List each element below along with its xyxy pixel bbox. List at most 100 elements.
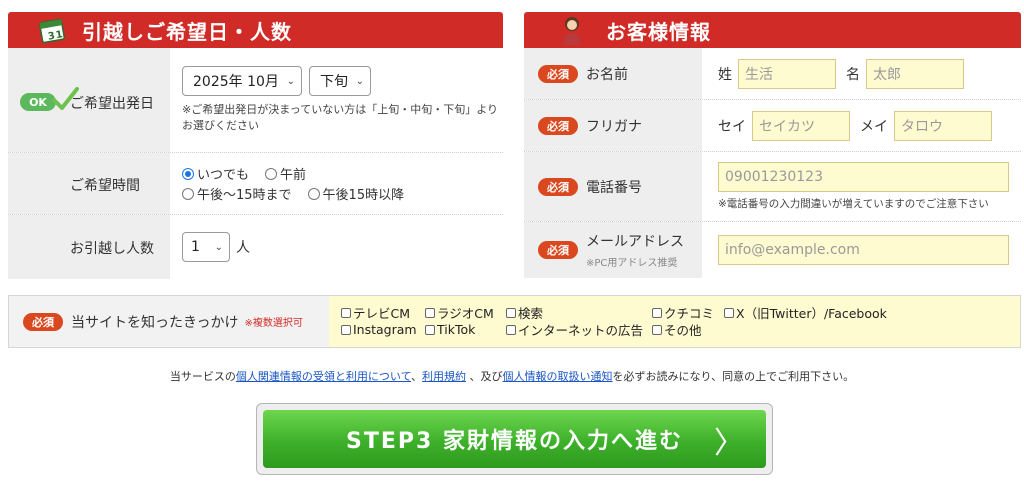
checkbox[interactable]	[425, 307, 435, 318]
email-input[interactable]: info@example.com	[718, 235, 1009, 265]
last-name-input[interactable]: 生活	[738, 58, 836, 89]
checkbox[interactable]	[341, 307, 351, 318]
furigana-label-cell: 必須 フリガナ	[524, 100, 702, 151]
terms-of-use-link[interactable]: 利用規約	[422, 370, 466, 383]
checkbox[interactable]	[425, 324, 435, 335]
radio[interactable]	[307, 187, 320, 200]
panel-title: 引越しご希望日・人数	[82, 19, 292, 44]
email-row: 必須 メールアドレス ※PC用アドレス推奨 info@example.com	[524, 222, 1021, 278]
checkbox[interactable]	[652, 324, 662, 335]
notice-text: 、	[411, 370, 423, 383]
multiple-choice-note: ※複数選択可	[244, 318, 303, 329]
chevron-right-icon: 〉	[714, 426, 746, 461]
checkbox[interactable]	[506, 324, 516, 335]
preferred-time-label: ご希望時間	[70, 178, 140, 194]
time-option-after-15[interactable]: 午後15時以降	[307, 184, 404, 203]
required-badge: 必須	[23, 312, 63, 331]
chevron-down-icon: ⌄	[355, 75, 364, 87]
furigana-label: フリガナ	[586, 118, 642, 135]
referral-source-section: 必須 当サイトを知ったきっかけ ※複数選択可 テレビCM ラジオCM 検索 クチ…	[8, 295, 1021, 348]
chevron-down-icon: ⌄	[286, 75, 295, 87]
email-label-cell: 必須 メールアドレス ※PC用アドレス推奨	[524, 222, 702, 278]
first-name-input[interactable]: 太郎	[866, 58, 964, 89]
step3-next-button[interactable]: STEP3 家財情報の入力へ進む 〉	[256, 403, 773, 475]
furigana-row: 必須 フリガナ セイ セイカツ メイ タロウ	[524, 100, 1021, 152]
departure-date-note: ※ご希望出発日が決まっていない方は「上旬・中旬・下旬」よりお選びください	[182, 103, 499, 132]
panel-title: お客様情報	[606, 19, 711, 44]
month-select[interactable]: 2025年 10月 ⌄	[182, 66, 302, 96]
departure-date-row: OK ご希望出発日 2025年 10月 ⌄ 下旬 ⌄ ※ご希望出発日が決まってい…	[8, 48, 503, 153]
checkbox[interactable]	[341, 324, 351, 335]
name-field: 姓 生活 名 太郎	[702, 48, 1021, 99]
option-instagram[interactable]: Instagram	[341, 322, 425, 337]
woman-avatar-icon	[552, 12, 592, 48]
option-internet-ads[interactable]: インターネットの広告	[506, 320, 652, 339]
option-x-facebook[interactable]: X（旧Twitter）/Facebook	[724, 303, 887, 322]
phone-field: 09001230123 ※電話番号の入力間違いが増えていますのでご注意下さい	[702, 152, 1021, 221]
name-label-cell: 必須 お名前	[524, 48, 702, 99]
customer-info-panel: お客様情報 必須 お名前 姓 生活 名 太郎 必須 フリガナ セイ セイカツ メ…	[524, 12, 1021, 278]
furigana-field: セイ セイカツ メイ タロウ	[702, 100, 1021, 151]
people-count-label: お引越し人数	[70, 241, 154, 257]
option-label: その他	[664, 323, 702, 338]
radio[interactable]	[265, 167, 278, 180]
moving-date-header: 31 引越しご希望日・人数	[8, 12, 503, 48]
time-option-until-15[interactable]: 午後〜15時まで	[182, 184, 292, 203]
people-count-value: 1	[191, 239, 200, 255]
departure-date-label-cell: OK ご希望出発日	[8, 48, 170, 152]
people-unit: 人	[236, 240, 250, 256]
option-label: ラジオCM	[437, 306, 494, 321]
notice-text: 、及び	[466, 370, 503, 383]
time-option-morning[interactable]: 午前	[265, 164, 306, 183]
option-other[interactable]: その他	[652, 320, 702, 339]
checkbox[interactable]	[724, 307, 734, 318]
option-label: Instagram	[353, 322, 417, 337]
radio-selected[interactable]	[182, 167, 194, 180]
option-tv-cm[interactable]: テレビCM	[341, 303, 425, 322]
last-name-kana-input[interactable]: セイカツ	[752, 110, 850, 141]
checkbox[interactable]	[506, 307, 516, 318]
checkbox[interactable]	[652, 307, 662, 318]
option-tiktok[interactable]: TikTok	[425, 322, 506, 337]
name-row: 必須 お名前 姓 生活 名 太郎	[524, 48, 1021, 100]
svg-text:31: 31	[47, 29, 65, 43]
email-field: info@example.com	[702, 222, 1021, 278]
time-option-label: 午後〜15時まで	[197, 188, 292, 203]
period-select-value: 下旬	[320, 74, 348, 90]
step3-next-button-face[interactable]: STEP3 家財情報の入力へ進む 〉	[263, 410, 766, 468]
required-badge: 必須	[538, 241, 578, 259]
month-select-value: 2025年 10月	[193, 74, 279, 90]
radio[interactable]	[182, 187, 194, 200]
option-label: テレビCM	[353, 306, 411, 321]
time-option-label: いつでも	[197, 168, 250, 183]
first-name-kana-input[interactable]: タロウ	[894, 110, 992, 141]
people-count-label-cell: お引越し人数	[8, 215, 170, 279]
required-badge: 必須	[538, 116, 578, 135]
moving-date-panel: 31 引越しご希望日・人数 OK ご希望出発日 2025年 10月 ⌄ 下旬 ⌄	[8, 12, 503, 279]
phone-input[interactable]: 09001230123	[718, 161, 1009, 192]
phone-note: ※電話番号の入力間違いが増えていますのでご注意下さい	[718, 197, 989, 210]
option-radio-cm[interactable]: ラジオCM	[425, 303, 506, 322]
time-option-anytime[interactable]: いつでも	[182, 164, 249, 183]
people-count-row: お引越し人数 1 ⌄ 人	[8, 215, 503, 279]
notice-text: 当サービスの	[169, 370, 236, 383]
mei-label: 名	[846, 66, 860, 83]
period-select[interactable]: 下旬 ⌄	[309, 66, 371, 96]
sei-kana-label: セイ	[718, 118, 746, 135]
phone-row: 必須 電話番号 09001230123 ※電話番号の入力間違いが増えていますので…	[524, 152, 1021, 222]
referral-source-label: 当サイトを知ったきっかけ	[71, 314, 239, 331]
email-label: メールアドレス	[586, 234, 684, 250]
name-label: お名前	[586, 66, 628, 83]
preferred-time-label-cell: ご希望時間	[8, 153, 170, 214]
option-label: X（旧Twitter）/Facebook	[736, 306, 887, 321]
departure-date-label: ご希望出発日	[70, 96, 154, 112]
step3-button-label: STEP3 家財情報の入力へ進む	[346, 429, 683, 454]
phone-label-cell: 必須 電話番号	[524, 152, 702, 221]
people-count-field: 1 ⌄ 人	[170, 215, 503, 279]
customer-info-header: お客様情報	[524, 12, 1021, 48]
privacy-notice-link[interactable]: 個人情報の取扱い通知	[503, 370, 613, 383]
personal-info-receipt-link[interactable]: 個人関連情報の受領と利用について	[236, 370, 411, 383]
time-option-label: 午前	[280, 168, 307, 183]
people-count-select[interactable]: 1 ⌄	[182, 232, 230, 262]
referral-source-label-cell: 必須 当サイトを知ったきっかけ ※複数選択可	[9, 296, 329, 347]
